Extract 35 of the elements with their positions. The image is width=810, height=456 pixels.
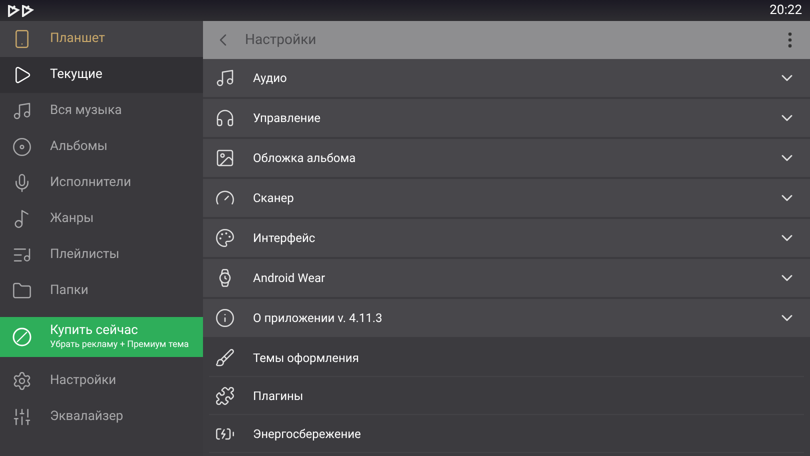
headphones-icon xyxy=(215,108,235,128)
settings-group[interactable]: О приложении v. 4.11.3 xyxy=(203,299,810,339)
settings-group[interactable]: Аудио xyxy=(203,59,810,99)
sidebar-item[interactable]: Исполнители xyxy=(0,165,203,201)
sidebar-item[interactable]: Папки xyxy=(0,273,203,309)
puzzle-icon xyxy=(215,386,235,406)
app-logo-icon xyxy=(8,4,34,16)
disc-icon xyxy=(12,137,32,157)
toolbar: Настройки xyxy=(203,21,810,59)
sidebar-item[interactable]: Настройки xyxy=(0,363,203,399)
settings-group[interactable]: Сканер xyxy=(203,179,810,219)
clock: 20:22 xyxy=(770,2,802,20)
settings-group[interactable]: Android Wear xyxy=(203,259,810,299)
sidebar-item[interactable]: Вся музыка xyxy=(0,93,203,129)
settings-item[interactable]: Плагины xyxy=(209,377,804,415)
info-icon xyxy=(215,308,235,328)
picture-icon xyxy=(215,148,235,168)
sidebar-item[interactable]: Эквалайзер xyxy=(0,399,203,435)
settings-item[interactable]: Темы оформления xyxy=(209,339,804,377)
settings-group[interactable]: Интерфейс xyxy=(203,219,810,259)
sidebar-item[interactable]: Альбомы xyxy=(0,129,203,165)
settings-icon xyxy=(12,371,32,391)
music-note-icon xyxy=(215,68,235,88)
settings-group[interactable]: Управление xyxy=(203,99,810,139)
folder-icon xyxy=(12,281,32,301)
brush-icon xyxy=(215,348,235,368)
settings-item[interactable]: Энергосбережение xyxy=(209,415,804,453)
equalizer-icon xyxy=(12,407,32,427)
sidebar-item[interactable]: Плейлисты xyxy=(0,237,203,273)
sidebar-item[interactable]: Текущие xyxy=(0,57,203,93)
music-note-icon xyxy=(12,101,32,121)
settings-group[interactable]: Обложка альбома xyxy=(203,139,810,179)
sidebar-item[interactable]: Жанры xyxy=(0,201,203,237)
palette-icon xyxy=(215,228,235,248)
device-header: Планшет xyxy=(0,21,203,57)
